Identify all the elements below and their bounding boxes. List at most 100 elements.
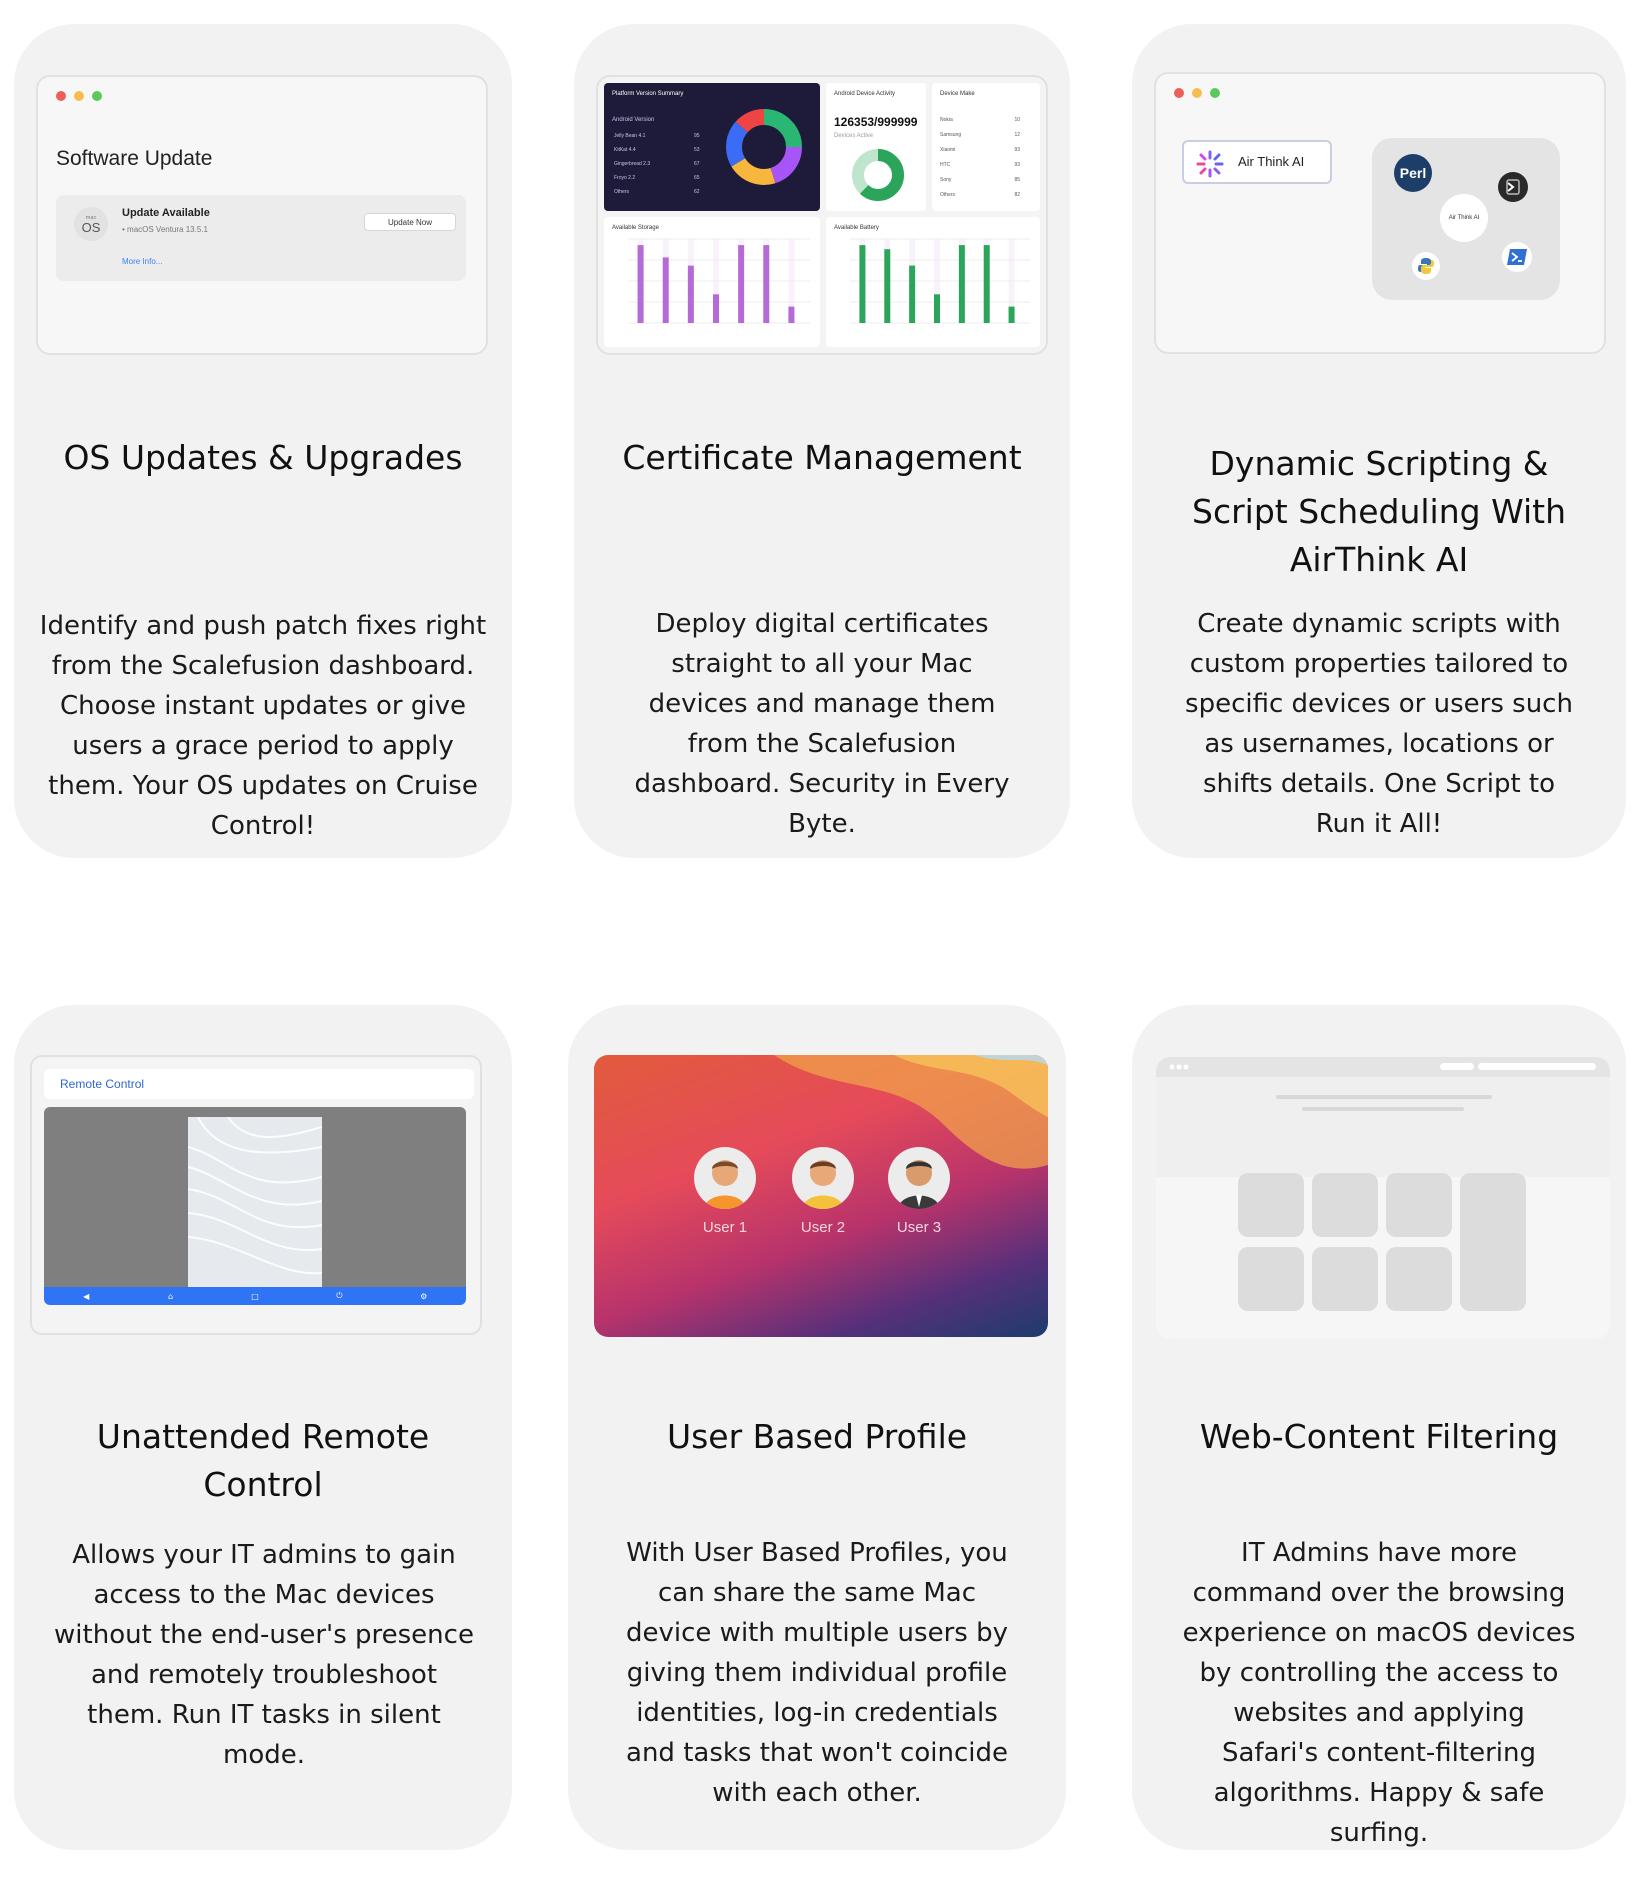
browser-address-bar: [1478, 1063, 1596, 1070]
bar: [934, 294, 940, 323]
browser-toolbar: [1156, 1057, 1610, 1077]
user-3-avatar[interactable]: [888, 1147, 950, 1209]
site-tile: [1312, 1173, 1378, 1237]
card-os-updates: Software Update mac OS Update Available …: [14, 24, 512, 858]
update-version: • macOS Ventura 13.5.1: [122, 225, 208, 234]
version-donut-chart: [726, 109, 802, 185]
device-make-panel: Device Make Nokia 10 Samsung 12 Xiaomi 93 H…: [932, 83, 1040, 211]
card-web-content-filtering: Web-Content Filtering IT Admins have mor…: [1132, 1005, 1626, 1850]
make-row: Nokia 10: [940, 117, 1020, 123]
bar: [788, 306, 795, 323]
user-1-avatar[interactable]: [694, 1147, 756, 1209]
battery-bar-chart: [850, 238, 1030, 324]
card-dynamic-scripting: Air Think AI Perl Air Think AI Dynamic S…: [1132, 24, 1626, 858]
bar: [738, 245, 745, 323]
zoom-dot: [92, 91, 102, 101]
available-battery-panel: Available Battery: [826, 217, 1040, 347]
air-think-ai-button[interactable]: Air Think AI: [1182, 140, 1332, 184]
close-dot: [1174, 88, 1184, 98]
update-now-button[interactable]: Update Now: [364, 213, 456, 231]
more-info-link[interactable]: More Info...: [122, 257, 162, 266]
minimize-dot: [74, 91, 84, 101]
air-think-ai-label: Air Think AI: [1238, 154, 1305, 169]
card-title: Certificate Management: [622, 438, 1022, 477]
card-remote-control: Remote Control ◀ ⌂ □ ⏻ ⚙ Unattended Remo…: [14, 1005, 512, 1850]
bar: [637, 245, 644, 323]
settings-icon[interactable]: ⚙: [419, 1291, 429, 1301]
bar: [909, 265, 916, 323]
card-description: Deploy digital certificates straight to …: [634, 609, 1010, 839]
make-row: Samsung 12: [940, 132, 1020, 138]
storage-bar-chart: [628, 238, 810, 324]
activity-donut-chart: [852, 149, 904, 201]
user-1-label: User 1: [702, 1219, 748, 1236]
card-certificate-management: Platform Version Summary Android Version…: [574, 24, 1070, 858]
remote-device-screen[interactable]: [44, 1107, 466, 1289]
minimize-dot: [1192, 88, 1202, 98]
site-tile: [1238, 1173, 1304, 1237]
bar: [1008, 306, 1015, 323]
zoom-dot: [1210, 88, 1220, 98]
close-dot: [56, 91, 66, 101]
user-profiles-preview: User 1 User 2 User 3: [594, 1055, 1048, 1337]
window-title: Software Update: [56, 147, 213, 170]
site-tile: [1386, 1173, 1452, 1237]
bar: [763, 245, 770, 323]
user-2-label: User 2: [800, 1219, 846, 1236]
available-storage-panel: Available Storage: [604, 217, 820, 347]
device-activity-panel: Android Device Activity 126353/999999 De…: [826, 83, 926, 211]
bar: [687, 265, 694, 323]
site-tile: [1238, 1247, 1304, 1311]
sparkle-icon: [1196, 150, 1224, 178]
bar: [958, 245, 965, 323]
software-update-window: Software Update mac OS Update Available …: [36, 75, 488, 355]
card-description: IT Admins have more command over the bro…: [1182, 1538, 1576, 1848]
update-panel: mac OS Update Available • macOS Ventura …: [56, 195, 466, 281]
python-icon: [1412, 252, 1440, 280]
back-icon[interactable]: ◀: [81, 1291, 91, 1301]
user-3-label: User 3: [896, 1219, 942, 1236]
card-title: Unattended Remote Control: [96, 1417, 430, 1504]
make-row: Others 82: [940, 192, 1020, 198]
card-title: User Based Profile: [666, 1417, 968, 1456]
air-think-ai-hub: Air Think AI: [1440, 194, 1488, 242]
window-controls: [56, 91, 102, 101]
powershell-icon: [1502, 242, 1532, 272]
window-controls: [1174, 88, 1220, 98]
power-icon[interactable]: ⏻: [334, 1291, 344, 1301]
card-description: Allows your IT admins to gain access to …: [54, 1540, 474, 1770]
bar: [983, 245, 990, 323]
version-row: Froyo 2.2 65: [614, 175, 700, 181]
site-tile: [1386, 1247, 1452, 1311]
recents-icon[interactable]: □: [250, 1291, 260, 1301]
version-row: Gingerbread 2.3 67: [614, 161, 700, 167]
bar: [713, 294, 719, 323]
remote-control-window: Remote Control ◀ ⌂ □ ⏻ ⚙: [30, 1055, 482, 1335]
platform-version-panel: Platform Version Summary Android Version…: [604, 83, 820, 211]
site-tile: [1460, 1173, 1526, 1311]
shell-icon: [1498, 172, 1528, 202]
user-2-avatar[interactable]: [792, 1147, 854, 1209]
card-description: With User Based Profiles, you can share …: [626, 1538, 1008, 1808]
card-user-based-profile: User 1 User 2 User 3 User Based Profile …: [568, 1005, 1066, 1850]
make-row: Xiaomi 93: [940, 147, 1020, 153]
panel-subtitle: Android Version: [612, 117, 655, 123]
header-line: [1276, 1095, 1492, 1099]
perl-icon: Perl: [1394, 154, 1432, 192]
site-tile: [1312, 1247, 1378, 1311]
panel-title: Platform Version Summary: [612, 91, 684, 97]
card-title: Web-Content Filtering: [1199, 1417, 1559, 1456]
browser-tab: [1440, 1063, 1474, 1070]
home-icon[interactable]: ⌂: [166, 1291, 176, 1301]
bar: [884, 249, 891, 323]
device-wallpaper: [188, 1117, 322, 1289]
macos-icon: mac OS: [74, 207, 108, 241]
header-line: [1302, 1107, 1464, 1111]
airthink-window: Air Think AI Perl Air Think AI: [1154, 72, 1606, 354]
version-row: Others 62: [614, 189, 700, 195]
card-description: Create dynamic scripts with custom prope…: [1185, 609, 1573, 839]
web-filter-preview: [1156, 1057, 1610, 1339]
activity-value: 126353/999999: [834, 115, 918, 129]
browser-page-header: [1156, 1077, 1610, 1177]
make-row: Sony 85: [940, 177, 1020, 183]
